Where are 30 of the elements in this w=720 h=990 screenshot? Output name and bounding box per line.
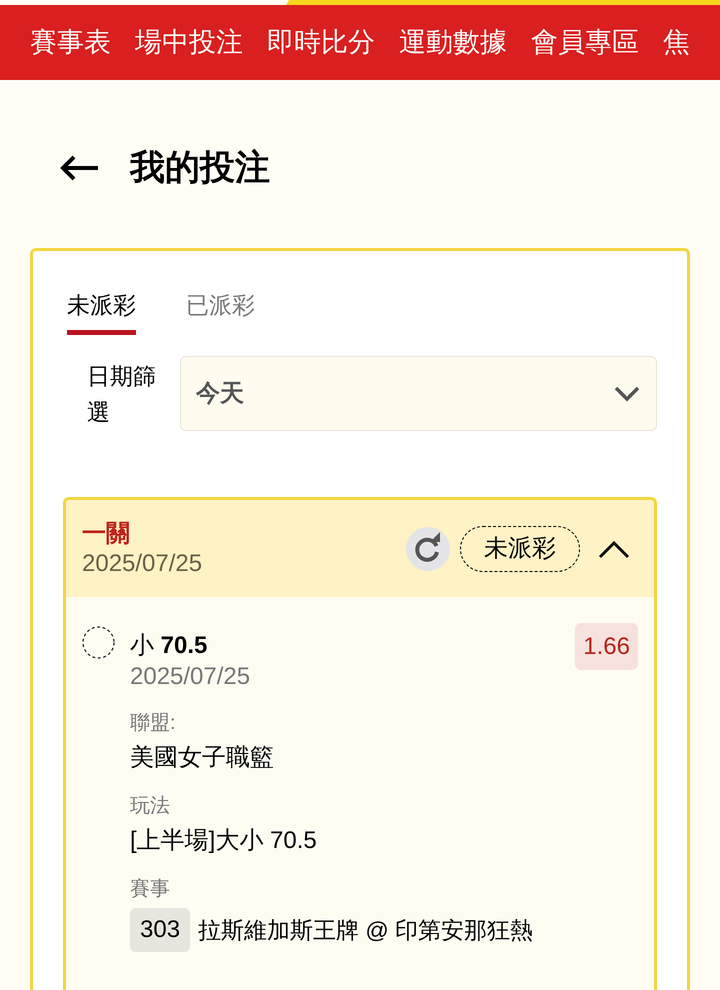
nav-link[interactable]: 運動數據: [399, 29, 507, 56]
page-title: 我的投注: [130, 146, 270, 189]
date-select-value: 今天: [196, 378, 244, 408]
match-number-chip: 303: [130, 908, 190, 952]
date-select[interactable]: 今天: [180, 356, 657, 431]
refresh-icon[interactable]: [406, 526, 450, 570]
back-arrow-icon[interactable]: [60, 155, 100, 181]
dashed-circle-icon: [82, 626, 115, 659]
nav-link[interactable]: 場中投注: [135, 29, 243, 56]
chevron-up-icon[interactable]: [598, 538, 630, 558]
date-filter-label: 日期篩選: [87, 362, 157, 426]
field-value: 美國女子職籃: [130, 743, 274, 773]
nav-link[interactable]: 賽事表: [30, 29, 111, 56]
selection-date: 2025/07/25: [130, 662, 250, 692]
field-label: 賽事: [130, 877, 170, 902]
tab[interactable]: 未派彩: [67, 294, 136, 335]
chevron-down-icon: [614, 386, 640, 402]
field-label: 聯盟:: [130, 711, 176, 736]
nav-link[interactable]: 即時比分: [267, 29, 375, 56]
match-teams: 拉斯維加斯王牌 @ 印第安那狂熱: [198, 916, 534, 945]
bet-date: 2025/07/25: [82, 548, 202, 578]
odds-badge: 1.66: [575, 623, 638, 670]
field-label: 玩法: [130, 794, 170, 819]
nav-link[interactable]: 焦: [663, 29, 690, 56]
field-value: [上半場]大小 70.5: [130, 826, 317, 856]
bet-type: 一關: [82, 518, 131, 548]
selection-name: 小 70.5: [130, 631, 208, 661]
nav-link[interactable]: 會員專區: [531, 29, 639, 56]
status-pill: 未派彩: [460, 526, 580, 572]
tab[interactable]: 已派彩: [186, 294, 255, 335]
